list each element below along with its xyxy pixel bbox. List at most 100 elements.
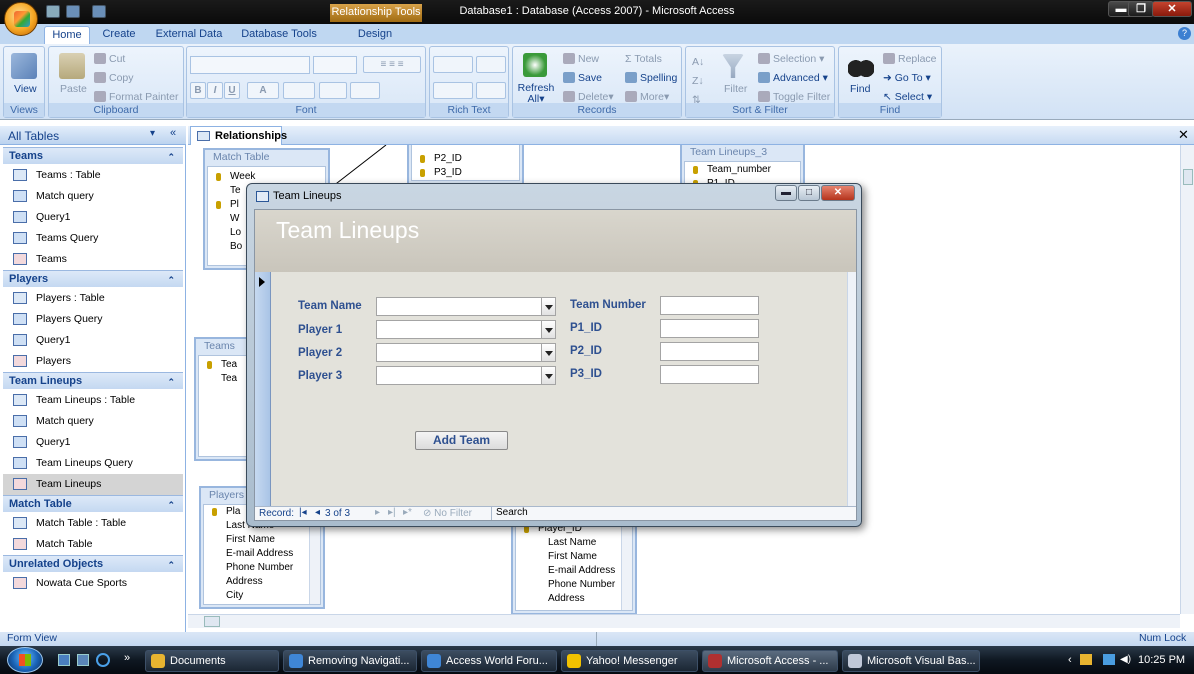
- new-record-button[interactable]: New: [563, 53, 599, 65]
- tab-home[interactable]: Home: [44, 26, 90, 44]
- tab-relationships[interactable]: Relationships: [190, 126, 287, 145]
- network-icon[interactable]: [1103, 654, 1115, 665]
- rtl-button[interactable]: [476, 56, 506, 73]
- list-buttons[interactable]: [433, 82, 473, 99]
- delete-record-button[interactable]: Delete▾: [563, 91, 614, 103]
- restore-button[interactable]: ❐: [1128, 1, 1154, 17]
- taskbar-button[interactable]: Access World Foru...: [421, 650, 557, 672]
- add-team-button[interactable]: Add Team: [415, 431, 508, 450]
- nav-item-query[interactable]: Query1: [3, 432, 183, 453]
- tab-database-tools[interactable]: Database Tools: [238, 26, 320, 44]
- copy-button[interactable]: Copy: [94, 72, 134, 84]
- nav-item-query[interactable]: Query1: [3, 330, 183, 351]
- scroll-thumb[interactable]: [204, 616, 220, 627]
- team-name-combo[interactable]: [376, 297, 556, 316]
- nav-item-table[interactable]: Match Table : Table: [3, 513, 183, 534]
- field-item[interactable]: P2_ID: [412, 152, 519, 166]
- italic-button[interactable]: I: [207, 82, 223, 99]
- nav-item-table[interactable]: Players : Table: [3, 288, 183, 309]
- form-scrollbar[interactable]: [847, 272, 856, 506]
- taskbar-button[interactable]: Microsoft Access - ...: [702, 650, 838, 672]
- overflow-chevron-icon[interactable]: »: [124, 652, 130, 664]
- field-item[interactable]: Week: [208, 170, 325, 184]
- field-item[interactable]: Phone Number: [204, 561, 320, 575]
- start-button[interactable]: [7, 647, 43, 673]
- field-item[interactable]: P3_ID: [412, 166, 519, 180]
- align-buttons[interactable]: ≡ ≡ ≡: [363, 56, 421, 73]
- clock[interactable]: 10:25 PM: [1138, 654, 1185, 666]
- players-2-table-box[interactable]: Player_ID Last Name First Name E-mail Ad…: [511, 515, 637, 614]
- collapse-chevron-icon[interactable]: ⌃: [167, 149, 175, 165]
- nav-item-query[interactable]: Match query: [3, 411, 183, 432]
- font-size-combo[interactable]: [313, 56, 357, 74]
- paste-button[interactable]: Paste: [60, 83, 87, 95]
- collapse-chevron-icon[interactable]: ⌃: [167, 497, 175, 513]
- field-item[interactable]: E-mail Address: [204, 547, 320, 561]
- help-icon[interactable]: ?: [1178, 27, 1191, 40]
- redo-icon[interactable]: [92, 5, 106, 18]
- format-painter-button[interactable]: Format Painter: [94, 91, 178, 103]
- nav-item-query[interactable]: Teams Query: [3, 228, 183, 249]
- field-item[interactable]: Phone Number: [516, 578, 632, 592]
- nav-item-query[interactable]: Team Lineups Query: [3, 453, 183, 474]
- nav-group-header[interactable]: Players ⌃: [3, 270, 183, 287]
- save-icon[interactable]: [46, 5, 60, 18]
- field-item[interactable]: Last Name: [516, 536, 632, 550]
- player3-combo[interactable]: [376, 366, 556, 385]
- taskbar-button[interactable]: Yahoo! Messenger: [561, 650, 698, 672]
- view-button[interactable]: View: [14, 83, 37, 95]
- spelling-button[interactable]: Spelling: [625, 72, 677, 84]
- nav-item-form[interactable]: Teams: [3, 249, 183, 270]
- filter-icon[interactable]: [722, 54, 744, 78]
- fill-color-button[interactable]: [283, 82, 315, 99]
- nav-group-header[interactable]: Team Lineups ⌃: [3, 372, 183, 389]
- field-list-scrollbar[interactable]: [621, 520, 632, 610]
- chevron-down-icon[interactable]: ▾: [150, 128, 155, 139]
- volume-icon[interactable]: ◀): [1120, 654, 1131, 665]
- show-desktop-icon[interactable]: [58, 654, 70, 666]
- select-button[interactable]: ↖ Select ▾: [883, 91, 932, 103]
- advanced-button[interactable]: Advanced ▾: [758, 72, 828, 84]
- form-minimize-button[interactable]: ▬: [775, 185, 797, 201]
- nav-item-query[interactable]: Query1: [3, 207, 183, 228]
- dropdown-arrow-icon[interactable]: [541, 344, 555, 361]
- sort-buttons[interactable]: A↓ Z↓ ⇅: [692, 53, 704, 110]
- view-icon[interactable]: [11, 53, 37, 79]
- collapse-chevron-icon[interactable]: ⌃: [167, 374, 175, 390]
- p1-id-field[interactable]: [660, 319, 759, 338]
- close-object-icon[interactable]: ✕: [1178, 127, 1189, 143]
- ie-quicklaunch-icon[interactable]: [96, 653, 110, 667]
- bold-button[interactable]: B: [190, 82, 206, 99]
- totals-button[interactable]: Σ Totals: [625, 53, 662, 65]
- field-item[interactable]: Tea: [199, 358, 249, 372]
- paste-icon[interactable]: [59, 53, 85, 79]
- record-position[interactable]: 3 of 3: [325, 508, 350, 519]
- save-record-button[interactable]: Save: [563, 72, 602, 84]
- form-close-button[interactable]: ✕: [821, 185, 855, 201]
- nav-item-form[interactable]: Nowata Cue Sports: [3, 573, 183, 594]
- toggle-filter-button[interactable]: Toggle Filter: [758, 91, 830, 103]
- dropdown-arrow-icon[interactable]: [541, 321, 555, 338]
- refresh-icon[interactable]: [523, 53, 547, 77]
- collapse-chevron-icon[interactable]: ⌃: [167, 272, 175, 288]
- team-lineups-table-box[interactable]: P2_ID P3_ID: [407, 145, 524, 185]
- scroll-thumb[interactable]: [1183, 169, 1193, 185]
- selection-button[interactable]: Selection ▾: [758, 53, 824, 65]
- nav-item-form[interactable]: Players: [3, 351, 183, 372]
- tab-design[interactable]: Design: [350, 26, 400, 44]
- binoculars-icon[interactable]: [848, 53, 874, 79]
- switch-windows-icon[interactable]: [77, 654, 89, 666]
- alt-fill-button[interactable]: [350, 82, 380, 99]
- dropdown-arrow-icon[interactable]: [541, 298, 555, 315]
- dropdown-arrow-icon[interactable]: [541, 367, 555, 384]
- find-button[interactable]: Find: [850, 83, 870, 95]
- nav-item-form[interactable]: Match Table: [3, 534, 183, 555]
- goto-button[interactable]: ➜ Go To ▾: [883, 72, 931, 84]
- gridlines-button[interactable]: [319, 82, 347, 99]
- teams-table-box[interactable]: Teams Tea Tea: [194, 337, 254, 461]
- vertical-scrollbar[interactable]: [1180, 145, 1194, 614]
- nav-item-table[interactable]: Team Lineups : Table: [3, 390, 183, 411]
- cut-button[interactable]: Cut: [94, 53, 125, 65]
- undo-icon[interactable]: [66, 5, 80, 18]
- nav-item-form[interactable]: Team Lineups: [3, 474, 183, 495]
